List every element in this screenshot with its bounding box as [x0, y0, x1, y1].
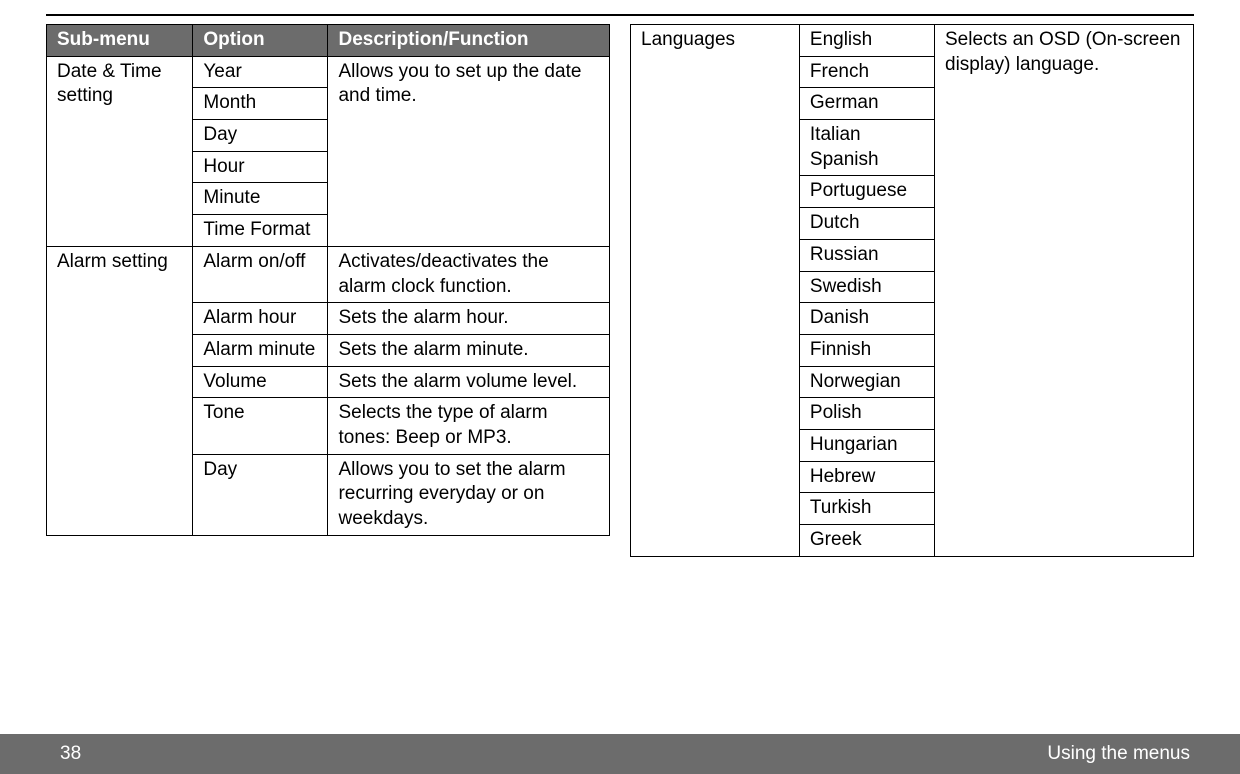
- option-cell: Polish: [799, 398, 934, 430]
- option-cell: Italian Spanish: [799, 120, 934, 176]
- option-cell: Volume: [193, 366, 328, 398]
- option-cell: Finnish: [799, 334, 934, 366]
- option-cell: Hungarian: [799, 429, 934, 461]
- right-column: Languages English Selects an OSD (On-scr…: [630, 24, 1194, 557]
- page-footer: 38 Using the menus: [0, 734, 1240, 774]
- header-option: Option: [193, 25, 328, 57]
- option-cell: Dutch: [799, 208, 934, 240]
- option-cell: Turkish: [799, 493, 934, 525]
- option-cell: Portuguese: [799, 176, 934, 208]
- description-cell: Sets the alarm hour.: [328, 303, 610, 335]
- submenu-cell: Date & Time setting: [47, 56, 193, 246]
- table-row: Languages English Selects an OSD (On-scr…: [631, 25, 1194, 57]
- option-cell: Norwegian: [799, 366, 934, 398]
- option-cell: Minute: [193, 183, 328, 215]
- languages-table: Languages English Selects an OSD (On-scr…: [630, 24, 1194, 557]
- description-cell: Sets the alarm volume level.: [328, 366, 610, 398]
- table-row: Date & Time setting Year Allows you to s…: [47, 56, 610, 88]
- description-cell: Allows you to set up the date and time.: [328, 56, 610, 246]
- option-cell: Alarm minute: [193, 334, 328, 366]
- option-cell: Day: [193, 120, 328, 152]
- option-cell: Swedish: [799, 271, 934, 303]
- content-area: Sub-menu Option Description/Function Dat…: [46, 24, 1194, 557]
- option-cell: Tone: [193, 398, 328, 454]
- submenu-cell: Languages: [631, 25, 800, 557]
- option-cell: English: [799, 25, 934, 57]
- left-column: Sub-menu Option Description/Function Dat…: [46, 24, 610, 557]
- option-cell: Hour: [193, 151, 328, 183]
- option-cell: Day: [193, 454, 328, 535]
- settings-table: Sub-menu Option Description/Function Dat…: [46, 24, 610, 536]
- option-cell: Time Format: [193, 215, 328, 247]
- option-cell: German: [799, 88, 934, 120]
- option-cell: Alarm hour: [193, 303, 328, 335]
- option-cell: Greek: [799, 525, 934, 557]
- description-cell: Selects an OSD (On-screen display) langu…: [935, 25, 1194, 557]
- option-cell: Danish: [799, 303, 934, 335]
- table-header-row: Sub-menu Option Description/Function: [47, 25, 610, 57]
- submenu-cell: Alarm setting: [47, 246, 193, 535]
- top-rule: [46, 14, 1194, 16]
- page-number: 38: [50, 743, 91, 765]
- header-description: Description/Function: [328, 25, 610, 57]
- footer-title: Using the menus: [1047, 743, 1190, 765]
- description-cell: Selects the type of alarm tones: Beep or…: [328, 398, 610, 454]
- option-cell: Year: [193, 56, 328, 88]
- header-submenu: Sub-menu: [47, 25, 193, 57]
- option-cell: Alarm on/off: [193, 246, 328, 302]
- description-cell: Activates/deactivates the alarm clock fu…: [328, 246, 610, 302]
- option-cell: Month: [193, 88, 328, 120]
- description-cell: Sets the alarm minute.: [328, 334, 610, 366]
- option-cell: Russian: [799, 239, 934, 271]
- option-cell: Hebrew: [799, 461, 934, 493]
- option-cell: French: [799, 56, 934, 88]
- table-row: Alarm setting Alarm on/off Activates/dea…: [47, 246, 610, 302]
- description-cell: Allows you to set the alarm recurring ev…: [328, 454, 610, 535]
